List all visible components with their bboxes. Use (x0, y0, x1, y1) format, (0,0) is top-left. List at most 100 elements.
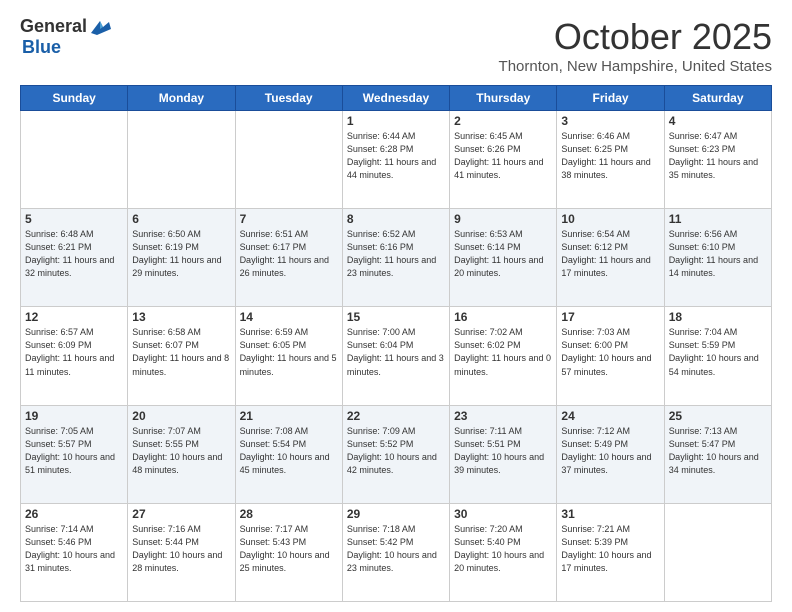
sunrise-text: Sunrise: 7:05 AM (25, 426, 94, 436)
cell-info: Sunrise: 7:21 AM Sunset: 5:39 PM Dayligh… (561, 523, 659, 575)
daylight-text: Daylight: 10 hours and 54 minutes. (669, 353, 759, 376)
table-row: 15 Sunrise: 7:00 AM Sunset: 6:04 PM Dayl… (342, 307, 449, 405)
cell-info: Sunrise: 7:07 AM Sunset: 5:55 PM Dayligh… (132, 425, 230, 477)
daylight-text: Daylight: 10 hours and 25 minutes. (240, 550, 330, 573)
sunrise-text: Sunrise: 6:59 AM (240, 327, 309, 337)
sunrise-text: Sunrise: 6:48 AM (25, 229, 94, 239)
cell-info: Sunrise: 7:20 AM Sunset: 5:40 PM Dayligh… (454, 523, 552, 575)
daylight-text: Daylight: 11 hours and 3 minutes. (347, 353, 444, 376)
daylight-text: Daylight: 10 hours and 37 minutes. (561, 452, 651, 475)
sunset-text: Sunset: 5:46 PM (25, 537, 92, 547)
day-number: 8 (347, 212, 445, 226)
sunrise-text: Sunrise: 7:03 AM (561, 327, 630, 337)
cell-info: Sunrise: 7:13 AM Sunset: 5:47 PM Dayligh… (669, 425, 767, 477)
calendar-week-row: 12 Sunrise: 6:57 AM Sunset: 6:09 PM Dayl… (21, 307, 772, 405)
daylight-text: Daylight: 11 hours and 8 minutes. (132, 353, 229, 376)
sunrise-text: Sunrise: 6:44 AM (347, 131, 416, 141)
table-row: 10 Sunrise: 6:54 AM Sunset: 6:12 PM Dayl… (557, 209, 664, 307)
sunset-text: Sunset: 6:16 PM (347, 242, 414, 252)
sunset-text: Sunset: 6:26 PM (454, 144, 521, 154)
cell-info: Sunrise: 6:53 AM Sunset: 6:14 PM Dayligh… (454, 228, 552, 280)
sunrise-text: Sunrise: 6:57 AM (25, 327, 94, 337)
logo-bird-icon (89, 19, 111, 35)
sunrise-text: Sunrise: 6:53 AM (454, 229, 523, 239)
sunrise-text: Sunrise: 7:18 AM (347, 524, 416, 534)
cell-info: Sunrise: 6:50 AM Sunset: 6:19 PM Dayligh… (132, 228, 230, 280)
table-row: 6 Sunrise: 6:50 AM Sunset: 6:19 PM Dayli… (128, 209, 235, 307)
day-number: 5 (25, 212, 123, 226)
cell-info: Sunrise: 7:12 AM Sunset: 5:49 PM Dayligh… (561, 425, 659, 477)
table-row: 13 Sunrise: 6:58 AM Sunset: 6:07 PM Dayl… (128, 307, 235, 405)
day-number: 27 (132, 507, 230, 521)
day-number: 1 (347, 114, 445, 128)
table-row: 26 Sunrise: 7:14 AM Sunset: 5:46 PM Dayl… (21, 503, 128, 601)
daylight-text: Daylight: 10 hours and 51 minutes. (25, 452, 115, 475)
daylight-text: Daylight: 10 hours and 57 minutes. (561, 353, 651, 376)
cell-info: Sunrise: 6:44 AM Sunset: 6:28 PM Dayligh… (347, 130, 445, 182)
cell-info: Sunrise: 6:47 AM Sunset: 6:23 PM Dayligh… (669, 130, 767, 182)
logo-blue-text: Blue (22, 37, 61, 58)
table-row: 5 Sunrise: 6:48 AM Sunset: 6:21 PM Dayli… (21, 209, 128, 307)
cell-info: Sunrise: 6:56 AM Sunset: 6:10 PM Dayligh… (669, 228, 767, 280)
sunrise-text: Sunrise: 7:04 AM (669, 327, 738, 337)
sunrise-text: Sunrise: 7:08 AM (240, 426, 309, 436)
day-number: 25 (669, 409, 767, 423)
title-block: October 2025 Thornton, New Hampshire, Un… (499, 16, 772, 75)
sunrise-text: Sunrise: 7:09 AM (347, 426, 416, 436)
calendar-week-row: 1 Sunrise: 6:44 AM Sunset: 6:28 PM Dayli… (21, 111, 772, 209)
daylight-text: Daylight: 10 hours and 28 minutes. (132, 550, 222, 573)
table-row: 7 Sunrise: 6:51 AM Sunset: 6:17 PM Dayli… (235, 209, 342, 307)
cell-info: Sunrise: 7:04 AM Sunset: 5:59 PM Dayligh… (669, 326, 767, 378)
cell-info: Sunrise: 6:48 AM Sunset: 6:21 PM Dayligh… (25, 228, 123, 280)
daylight-text: Daylight: 10 hours and 17 minutes. (561, 550, 651, 573)
sunset-text: Sunset: 5:47 PM (669, 439, 736, 449)
sunset-text: Sunset: 6:21 PM (25, 242, 92, 252)
month-title: October 2025 (499, 16, 772, 58)
sunrise-text: Sunrise: 7:07 AM (132, 426, 201, 436)
day-number: 28 (240, 507, 338, 521)
col-header-wednesday: Wednesday (342, 86, 449, 111)
table-row: 1 Sunrise: 6:44 AM Sunset: 6:28 PM Dayli… (342, 111, 449, 209)
table-row: 4 Sunrise: 6:47 AM Sunset: 6:23 PM Dayli… (664, 111, 771, 209)
sunrise-text: Sunrise: 7:12 AM (561, 426, 630, 436)
table-row: 11 Sunrise: 6:56 AM Sunset: 6:10 PM Dayl… (664, 209, 771, 307)
daylight-text: Daylight: 11 hours and 32 minutes. (25, 255, 114, 278)
sunset-text: Sunset: 6:04 PM (347, 340, 414, 350)
col-header-tuesday: Tuesday (235, 86, 342, 111)
sunset-text: Sunset: 5:57 PM (25, 439, 92, 449)
cell-info: Sunrise: 7:08 AM Sunset: 5:54 PM Dayligh… (240, 425, 338, 477)
sunset-text: Sunset: 5:40 PM (454, 537, 521, 547)
sunset-text: Sunset: 6:07 PM (132, 340, 199, 350)
table-row: 3 Sunrise: 6:46 AM Sunset: 6:25 PM Dayli… (557, 111, 664, 209)
sunrise-text: Sunrise: 6:58 AM (132, 327, 201, 337)
table-row: 25 Sunrise: 7:13 AM Sunset: 5:47 PM Dayl… (664, 405, 771, 503)
table-row: 31 Sunrise: 7:21 AM Sunset: 5:39 PM Dayl… (557, 503, 664, 601)
sunset-text: Sunset: 6:23 PM (669, 144, 736, 154)
page: General Blue October 2025 Thornton, New … (0, 0, 792, 612)
cell-info: Sunrise: 7:18 AM Sunset: 5:42 PM Dayligh… (347, 523, 445, 575)
cell-info: Sunrise: 7:09 AM Sunset: 5:52 PM Dayligh… (347, 425, 445, 477)
sunrise-text: Sunrise: 6:52 AM (347, 229, 416, 239)
sunrise-text: Sunrise: 7:16 AM (132, 524, 201, 534)
daylight-text: Daylight: 11 hours and 23 minutes. (347, 255, 436, 278)
sunrise-text: Sunrise: 7:13 AM (669, 426, 738, 436)
col-header-sunday: Sunday (21, 86, 128, 111)
daylight-text: Daylight: 10 hours and 31 minutes. (25, 550, 115, 573)
sunrise-text: Sunrise: 6:54 AM (561, 229, 630, 239)
col-header-friday: Friday (557, 86, 664, 111)
sunrise-text: Sunrise: 7:00 AM (347, 327, 416, 337)
day-number: 17 (561, 310, 659, 324)
cell-info: Sunrise: 7:05 AM Sunset: 5:57 PM Dayligh… (25, 425, 123, 477)
table-row (235, 111, 342, 209)
calendar-week-row: 5 Sunrise: 6:48 AM Sunset: 6:21 PM Dayli… (21, 209, 772, 307)
sunset-text: Sunset: 6:25 PM (561, 144, 628, 154)
cell-info: Sunrise: 6:52 AM Sunset: 6:16 PM Dayligh… (347, 228, 445, 280)
day-number: 10 (561, 212, 659, 226)
sunrise-text: Sunrise: 7:11 AM (454, 426, 522, 436)
table-row: 14 Sunrise: 6:59 AM Sunset: 6:05 PM Dayl… (235, 307, 342, 405)
sunset-text: Sunset: 5:39 PM (561, 537, 628, 547)
cell-info: Sunrise: 7:16 AM Sunset: 5:44 PM Dayligh… (132, 523, 230, 575)
cell-info: Sunrise: 6:57 AM Sunset: 6:09 PM Dayligh… (25, 326, 123, 378)
daylight-text: Daylight: 11 hours and 26 minutes. (240, 255, 329, 278)
day-number: 7 (240, 212, 338, 226)
